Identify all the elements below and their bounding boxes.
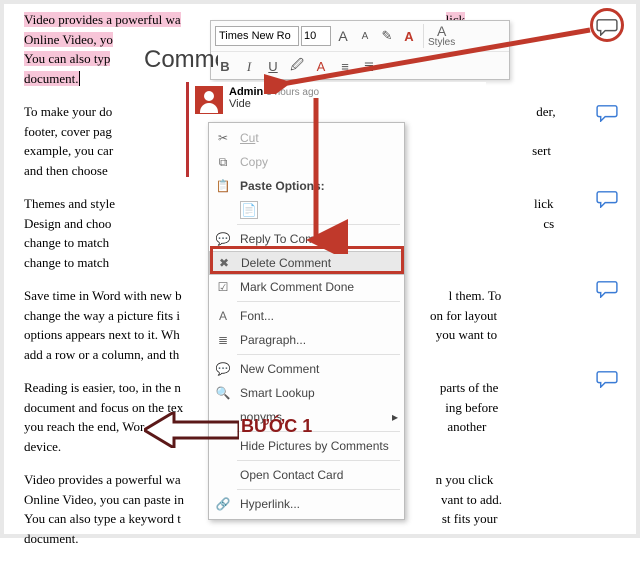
- comment-item[interactable]: Admin 3 hours ago Vide: [195, 86, 480, 114]
- bullets-button[interactable]: ≡: [335, 57, 355, 77]
- copy-icon: ⧉: [215, 154, 231, 170]
- annotation-box-delete: [210, 246, 404, 274]
- avatar-icon: [195, 86, 223, 114]
- smart-lookup-icon: 🔍: [215, 385, 231, 401]
- format-painter-icon[interactable]: ✎: [377, 26, 397, 46]
- shrink-font-icon[interactable]: A: [355, 26, 375, 46]
- highlight-button[interactable]: 🖉: [287, 57, 307, 77]
- font-color-button[interactable]: A: [311, 57, 331, 77]
- mini-toolbar: A A ✎ A AStyles B I U 🖉 A ≡ ≣: [210, 20, 510, 80]
- underline-button[interactable]: U: [263, 57, 283, 77]
- paste-option-icon: 📄: [240, 201, 258, 219]
- ctx-mark-done[interactable]: ☑Mark Comment Done: [209, 275, 404, 299]
- ctx-cut[interactable]: ✂Cut: [209, 126, 404, 150]
- ctx-paste-options: 📋Paste Options:: [209, 174, 404, 198]
- ctx-smart-lookup[interactable]: 🔍Smart Lookup: [209, 381, 404, 405]
- reply-icon: 💬: [215, 231, 231, 247]
- numbering-button[interactable]: ≣: [359, 57, 379, 77]
- comment-indicator-icon[interactable]: [596, 190, 618, 208]
- annotation-circle: [590, 8, 624, 42]
- ctx-hide-pictures[interactable]: Hide Pictures by Comments: [209, 434, 404, 458]
- font-color-icon[interactable]: A: [399, 26, 419, 46]
- annotation-step-label: BƯỚC 1: [241, 416, 312, 437]
- grow-font-icon[interactable]: A: [333, 26, 353, 46]
- bold-button[interactable]: B: [215, 57, 235, 77]
- font-family-combo[interactable]: [215, 26, 299, 46]
- ctx-hyperlink[interactable]: 🔗Hyperlink...: [209, 492, 404, 516]
- ctx-open-contact[interactable]: Open Contact Card: [209, 463, 404, 487]
- font-icon: A: [215, 308, 231, 324]
- submenu-arrow-icon: ▸: [392, 410, 398, 424]
- ctx-new-comment[interactable]: 💬New Comment: [209, 357, 404, 381]
- paragraph-icon: ≣: [215, 332, 231, 348]
- ctx-paste-keep[interactable]: 📄: [209, 198, 404, 222]
- italic-button[interactable]: I: [239, 57, 259, 77]
- font-size-combo[interactable]: [301, 26, 331, 46]
- paste-icon: 📋: [215, 178, 231, 194]
- done-icon: ☑: [215, 279, 231, 295]
- ctx-copy[interactable]: ⧉Copy: [209, 150, 404, 174]
- ctx-paragraph[interactable]: ≣Paragraph...: [209, 328, 404, 352]
- comment-indicator-icon[interactable]: [596, 104, 618, 122]
- ctx-font[interactable]: AFont...: [209, 304, 404, 328]
- new-comment-icon: 💬: [215, 361, 231, 377]
- comment-indicator-icon[interactable]: [596, 370, 618, 388]
- hyperlink-icon: 🔗: [215, 496, 231, 512]
- cut-icon: ✂: [215, 130, 231, 146]
- styles-button[interactable]: AStyles: [423, 24, 455, 48]
- context-menu: ✂Cut ⧉Copy 📋Paste Options: 📄 💬Reply To C…: [208, 122, 405, 520]
- comments-pane-title: Comme: [144, 46, 218, 74]
- comment-indicator-icon[interactable]: [596, 280, 618, 298]
